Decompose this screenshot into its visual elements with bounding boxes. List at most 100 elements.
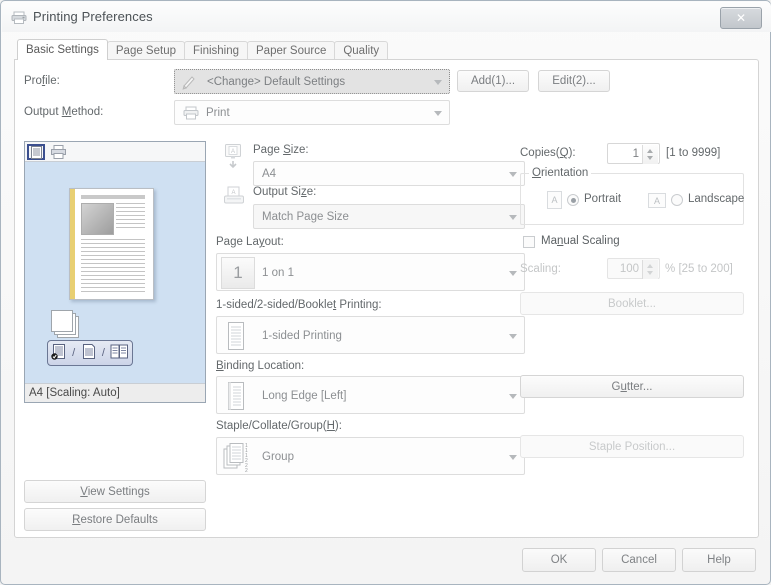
tab-page-setup[interactable]: Page Setup — [106, 41, 185, 60]
staple-collate-group-label: Staple/Collate/Group(H): — [216, 420, 342, 432]
profile-value: <Change> Default Settings — [207, 76, 346, 88]
basic-settings-panel: Profile: <Change> Default Settings Add(1… — [14, 59, 759, 538]
portrait-glyph: A — [551, 195, 558, 205]
portrait-radio[interactable] — [567, 194, 579, 206]
booklet-icon[interactable] — [110, 343, 129, 363]
page-preview — [69, 188, 154, 300]
landscape-glyph: A — [653, 195, 660, 206]
pencil-icon — [180, 72, 198, 95]
restore-defaults-button[interactable]: Restore Defaults — [24, 508, 206, 531]
add-profile-label: Add(1)... — [470, 75, 516, 87]
sided-printing-select[interactable]: 1-sided Printing — [216, 316, 525, 354]
staple-collate-group-select[interactable]: 111 222 Group — [216, 437, 525, 475]
printer-icon — [183, 106, 199, 123]
profile-select[interactable]: <Change> Default Settings — [174, 69, 450, 94]
manual-scaling-checkbox[interactable] — [523, 236, 535, 248]
output-method-label: Output Method: — [24, 106, 104, 118]
cancel-label: Cancel — [621, 554, 657, 566]
mode-separator: / — [72, 347, 76, 359]
ok-label: OK — [550, 554, 568, 566]
edit-profile-label: Edit(2)... — [552, 75, 596, 87]
tab-paper-source[interactable]: Paper Source — [247, 41, 336, 60]
output-size-label: Output Size: — [253, 186, 317, 198]
printer-icon — [11, 11, 27, 24]
svg-text:2: 2 — [245, 468, 248, 473]
printer-page-icon: A — [223, 186, 245, 211]
sided-printing-label: 1-sided/2-sided/Booklet Printing: — [216, 299, 382, 311]
printer-view-icon[interactable] — [49, 144, 67, 160]
staple-position-button[interactable]: Staple Position... — [520, 435, 744, 458]
one-sided-icon[interactable] — [50, 343, 67, 363]
gutter-button[interactable]: Gutter... — [520, 375, 744, 398]
restore-defaults-label: Restore Defaults — [72, 513, 158, 526]
output-stack-icon — [51, 310, 81, 338]
page-layout-value: 1 on 1 — [262, 267, 294, 279]
mode-separator: / — [101, 347, 105, 359]
cancel-button[interactable]: Cancel — [602, 548, 676, 572]
scaling-unit: % — [665, 263, 676, 275]
page-layout-select[interactable]: 1 1 on 1 — [216, 253, 525, 291]
staple-position-label: Staple Position... — [588, 440, 676, 453]
copies-label: Copies(Q): — [520, 147, 576, 159]
chevron-down-icon — [434, 80, 442, 85]
page-size-label: Page Size: — [253, 144, 309, 156]
print-mode-toolbar[interactable]: / / — [47, 340, 133, 366]
copies-value: 1 — [632, 148, 639, 160]
portrait-label: Portrait — [584, 193, 622, 205]
printing-preferences-window: Printing Preferences ✕ Basic Settings Pa… — [0, 0, 771, 585]
help-button[interactable]: Help — [682, 548, 756, 572]
binding-location-value: Long Edge [Left] — [262, 390, 347, 402]
landscape-radio[interactable] — [671, 194, 683, 206]
tab-finishing[interactable]: Finishing — [183, 41, 249, 60]
page-icon — [224, 381, 248, 414]
group-pages-icon: 111 222 — [223, 442, 253, 476]
page-layout-label: Page Layout: — [216, 236, 284, 248]
scaling-label: Scaling: — [520, 263, 561, 275]
page-size-select[interactable]: A4 — [253, 161, 525, 186]
binding-edge — [70, 189, 75, 299]
copies-spinner-buttons[interactable] — [642, 145, 658, 164]
preview-canvas: / / — [25, 162, 205, 383]
scaling-spinner-buttons[interactable] — [642, 260, 658, 279]
gutter-label: Gutter... — [611, 380, 653, 393]
copies-stepper[interactable]: 1 — [607, 143, 660, 164]
page-text-lines-right — [116, 203, 145, 231]
tab-strip: Basic Settings Page Setup Finishing Pape… — [17, 39, 389, 60]
page-layout-icon: 1 — [221, 257, 255, 289]
edit-profile-button[interactable]: Edit(2)... — [538, 70, 610, 92]
booklet-button[interactable]: Booklet... — [520, 292, 744, 315]
scaling-stepper[interactable]: 100 — [607, 258, 660, 279]
close-icon[interactable]: ✕ — [720, 7, 762, 29]
binding-location-select[interactable]: Long Edge [Left] — [216, 376, 525, 414]
chevron-down-icon — [509, 215, 517, 220]
chevron-down-icon — [509, 271, 517, 276]
add-profile-button[interactable]: Add(1)... — [457, 70, 529, 92]
output-size-select[interactable]: Match Page Size — [253, 204, 525, 229]
monitor-down-icon: A — [223, 144, 243, 175]
chevron-down-icon — [509, 455, 517, 460]
tab-quality[interactable]: Quality — [334, 41, 389, 60]
window-title: Printing Preferences — [33, 9, 153, 24]
preview-status: A4 [Scaling: Auto] — [25, 383, 205, 402]
chevron-down-icon — [509, 172, 517, 177]
booklet-label: Booklet... — [608, 297, 656, 310]
two-sided-icon[interactable] — [81, 343, 97, 363]
output-method-value: Print — [206, 107, 230, 119]
portrait-icon: A — [547, 191, 562, 209]
output-method-select[interactable]: Print — [174, 100, 450, 125]
preview-toolbar — [25, 142, 205, 162]
scaling-range-text: [25 to 200] — [678, 263, 733, 275]
help-label: Help — [707, 554, 731, 566]
chevron-down-icon — [509, 394, 517, 399]
page-size-value: A4 — [262, 168, 277, 180]
profile-label: Profile: — [24, 75, 60, 87]
view-settings-button[interactable]: View Settings — [24, 480, 206, 503]
staple-collate-group-value: Group — [262, 451, 294, 463]
binding-location-label: Binding Location: — [216, 360, 305, 372]
ok-button[interactable]: OK — [522, 548, 596, 572]
page-image-block — [81, 203, 114, 235]
document-view-icon[interactable] — [27, 144, 45, 160]
print-preview: / / A4 [Scaling: Auto] — [24, 141, 206, 403]
chevron-down-icon — [509, 334, 517, 339]
tab-basic-settings[interactable]: Basic Settings — [17, 39, 108, 60]
